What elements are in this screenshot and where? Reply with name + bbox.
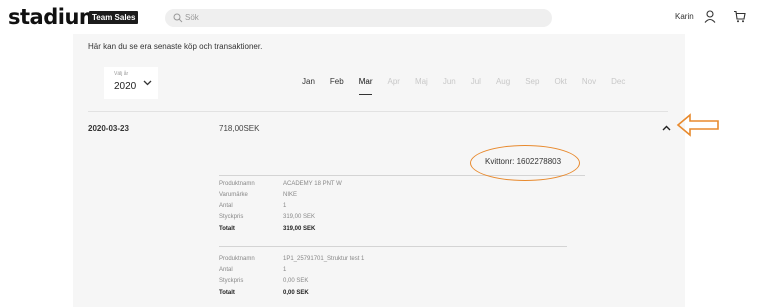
item-separator	[219, 246, 567, 247]
tab-month-mar[interactable]: Mar	[358, 77, 372, 95]
year-select[interactable]: Välj år 2020	[104, 67, 158, 99]
arrow-left-icon	[676, 113, 719, 137]
tab-month-nov: Nov	[581, 77, 597, 86]
tab-month-apr: Apr	[387, 77, 400, 86]
tab-month-jun: Jun	[442, 77, 456, 86]
item-row-value: 319,00 SEK	[283, 214, 316, 220]
item-row-value: 319,00 SEK	[283, 226, 316, 232]
search-placeholder: Sök	[185, 13, 199, 22]
chevron-down-icon	[143, 80, 152, 86]
item-row-value: ACADEMY 18 PNT W	[283, 181, 342, 187]
item-row-label: Styckpris	[219, 278, 244, 284]
item-row-label: Produktnamn	[219, 181, 255, 187]
item-row-label: Totalt	[219, 226, 235, 232]
intro-text: Här kan du se era senaste köp och transa…	[88, 42, 263, 51]
tab-month-maj: Maj	[414, 77, 428, 86]
item-row-label: Varumärke	[219, 192, 248, 198]
year-select-value: 2020	[114, 81, 137, 92]
item-row-value: 0,00 SEK	[283, 290, 309, 296]
transaction-date: 2020-03-23	[88, 124, 129, 133]
top-bar: stadium Team Sales Sök Karin	[0, 0, 757, 34]
search-icon	[173, 13, 183, 23]
tab-month-okt: Okt	[554, 77, 567, 86]
collapse-caret-icon[interactable]	[662, 125, 671, 131]
item-row-value: NIKE	[283, 192, 298, 198]
tab-month-jan[interactable]: Jan	[302, 77, 315, 89]
tab-month-aug: Aug	[495, 77, 511, 86]
item-row-label: Styckpris	[219, 214, 244, 220]
tab-month-sep: Sep	[525, 77, 540, 86]
user-icon[interactable]	[704, 10, 716, 23]
team-sales-badge: Team Sales	[89, 11, 139, 24]
search-input[interactable]: Sök	[165, 9, 552, 27]
item-row-label: Produktnamn	[219, 256, 255, 262]
item-row-value: 1	[283, 203, 287, 209]
item-row-value: 0,00 SEK	[283, 278, 309, 284]
user-name[interactable]: Karin	[675, 12, 694, 22]
divider	[88, 111, 668, 112]
item-row-label: Totalt	[219, 290, 235, 296]
item-row-label: Antal	[219, 267, 233, 273]
month-tabs: Jan Feb Mar Apr Maj Jun Jul Aug Sep Okt Nov Dec	[302, 77, 640, 95]
cart-icon[interactable]	[733, 10, 746, 23]
item-row-value: 1P1_25791701_Struktur test 1	[283, 256, 365, 262]
year-select-label: Välj år	[114, 71, 129, 77]
item-row-label: Antal	[219, 203, 233, 209]
transactions-panel	[73, 34, 685, 307]
tab-month-dec: Dec	[611, 77, 626, 86]
tab-month-jul: Jul	[470, 77, 481, 86]
transaction-amount: 718,00SEK	[219, 124, 260, 133]
highlight-ellipse	[470, 145, 580, 181]
tab-month-feb[interactable]: Feb	[330, 77, 344, 89]
item-row-value: 1	[283, 267, 287, 273]
stadium-logo[interactable]: stadium	[8, 6, 101, 28]
